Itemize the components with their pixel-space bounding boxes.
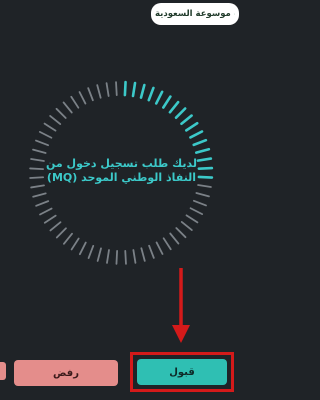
login-request-screen: موسوعة السعودية لديك طلب تسجيل دخول من ا…: [0, 0, 243, 400]
arrow-head: [172, 325, 190, 343]
annotation-arrow: [172, 268, 190, 343]
